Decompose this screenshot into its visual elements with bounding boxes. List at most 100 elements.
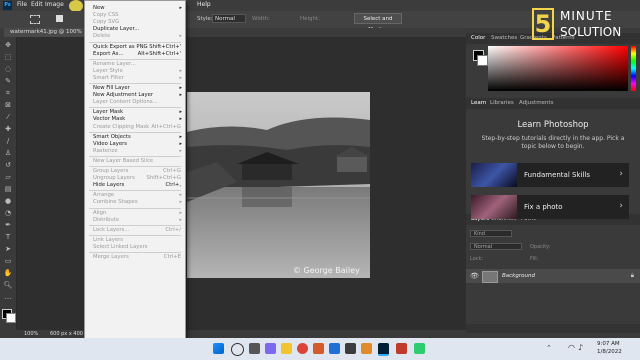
pen-tool-icon[interactable]: ✒	[3, 221, 13, 230]
clock-date[interactable]: 1/8/2022	[597, 349, 622, 355]
search-icon[interactable]	[231, 343, 244, 356]
healing-brush-icon[interactable]: ✚	[3, 125, 13, 134]
new-selection-icon[interactable]	[56, 15, 63, 22]
menu-edit[interactable]: Edit	[31, 1, 43, 8]
tab-libraries[interactable]: Libraries	[490, 100, 514, 106]
menu-item[interactable]: New Adjustment Layer	[93, 92, 153, 98]
task-view-icon[interactable]	[249, 343, 260, 354]
menu-shortcut: Ctrl+G	[163, 168, 181, 174]
document-tab-bar: watermark41.jpg @ 100%	[0, 28, 470, 37]
menu-item: Align	[93, 209, 107, 216]
style-select[interactable]: Normal	[212, 14, 246, 23]
hue-slider[interactable]	[631, 46, 636, 91]
menu-item[interactable]: Video Layers	[93, 141, 127, 147]
tab-swatches[interactable]: Swatches	[491, 35, 517, 41]
layer-thumbnail	[482, 271, 498, 283]
history-brush-icon[interactable]: ↺	[3, 161, 13, 170]
app-icon-amber[interactable]	[361, 343, 372, 354]
submenu-arrow-icon: ▸	[179, 199, 182, 206]
menu-separator	[89, 58, 181, 60]
background-color-chip[interactable]	[477, 55, 488, 66]
ps-logo-icon[interactable]: Ps	[3, 1, 12, 10]
menu-separator	[89, 155, 181, 157]
menu-item[interactable]: Duplicate Layer...	[93, 26, 139, 32]
app-icon-green[interactable]	[414, 343, 425, 354]
menu-item: Copy CSS	[93, 12, 119, 19]
photoshop-taskbar-icon[interactable]	[378, 343, 389, 356]
color-field[interactable]	[488, 46, 628, 91]
gradient-tool-icon[interactable]: ▤	[3, 185, 13, 194]
tab-color[interactable]: Color	[471, 35, 485, 41]
learn-card-fix-a-photo[interactable]: Fix a photo ›	[471, 195, 629, 219]
submenu-arrow-icon: ▸	[179, 133, 182, 140]
menu-image[interactable]: Image	[45, 1, 64, 8]
tab-learn[interactable]: Learn	[471, 100, 486, 106]
brush-tool-icon[interactable]: /	[3, 137, 13, 146]
chrome-icon[interactable]	[297, 343, 308, 354]
app-icon-dark[interactable]	[345, 343, 356, 354]
background-color-swatch[interactable]	[6, 313, 16, 323]
shape-tool-icon[interactable]: ▭	[3, 257, 13, 266]
menu-help[interactable]: Help	[197, 1, 211, 8]
mail-icon[interactable]	[329, 343, 340, 354]
menu-file[interactable]: File	[17, 1, 27, 8]
menu-item[interactable]: Layer Mask	[93, 109, 123, 115]
channel-logo: 5 MINUTE SOLUTION	[532, 8, 632, 42]
clone-stamp-icon[interactable]: ♙	[3, 149, 13, 158]
menu-item: Layer Content Options...	[93, 99, 158, 106]
app-icon-orange[interactable]	[313, 343, 324, 354]
document-image[interactable]: © George Bailey	[187, 92, 370, 278]
layer-kind-filter[interactable]: Kind	[470, 230, 512, 237]
learn-card-fundamental-skills[interactable]: Fundamental Skills ›	[471, 163, 629, 187]
document-tab[interactable]: watermark41.jpg @ 100%	[4, 28, 88, 37]
clock-time[interactable]: 9:07 AM	[597, 341, 620, 347]
taskbar: ⌃ ◠ ♪ 9:07 AM 1/8/2022	[0, 338, 640, 360]
menu-separator	[89, 224, 181, 226]
volume-icon[interactable]: ♪	[578, 343, 583, 352]
eraser-icon[interactable]: ▱	[3, 173, 13, 182]
app-icon-red[interactable]	[396, 343, 407, 354]
more-tools-icon[interactable]: …	[3, 293, 13, 302]
lock-label: Lock:	[470, 256, 484, 262]
marquee-tool-icon[interactable]	[30, 15, 40, 24]
frame-tool-icon[interactable]: ⊠	[3, 101, 13, 110]
hand-tool-icon[interactable]: ✋	[3, 269, 13, 278]
move-tool-icon[interactable]: ✥	[3, 41, 13, 50]
submenu-arrow-icon: ▸	[179, 67, 182, 74]
menu-separator	[89, 166, 181, 167]
menu-item[interactable]: Smart Objects	[93, 134, 131, 140]
layer-lock-icon: 🔒︎	[630, 272, 634, 279]
blur-tool-icon[interactable]: ●	[3, 197, 13, 206]
type-tool-icon[interactable]: T	[3, 233, 13, 242]
layer-row-background[interactable]: 👁︎ Background 🔒︎	[466, 269, 640, 283]
marquee-tool-icon[interactable]: ⬚	[3, 53, 13, 62]
wifi-icon[interactable]: ◠	[568, 343, 575, 352]
path-select-icon[interactable]: ➤	[3, 245, 13, 254]
menu-shortcut: Ctrl+,	[165, 182, 181, 189]
select-and-mask-button[interactable]: Select and Mask...	[354, 13, 402, 33]
menu-item[interactable]: Vector Mask	[93, 116, 125, 122]
crop-tool-icon[interactable]: ⌗	[3, 89, 13, 98]
zoom-tool-icon[interactable]: 🔍︎	[3, 281, 13, 290]
menu-item[interactable]: Quick Export as PNG	[93, 44, 148, 50]
windows-start-icon[interactable]	[213, 343, 224, 354]
eyedropper-icon[interactable]: ⁄	[3, 113, 13, 122]
menu-item[interactable]: New	[93, 5, 105, 11]
menu-item[interactable]: Hide Layers	[93, 182, 124, 188]
dodge-tool-icon[interactable]: ◔	[3, 209, 13, 218]
teams-icon[interactable]	[265, 343, 276, 354]
visibility-eye-icon[interactable]: 👁︎	[470, 272, 479, 280]
menu-item[interactable]: New Fill Layer	[93, 85, 130, 91]
menu-item: Smart Filter	[93, 74, 124, 81]
lasso-tool-icon[interactable]: ◌	[3, 65, 13, 74]
tab-adjustments[interactable]: Adjustments	[519, 100, 553, 106]
file-explorer-icon[interactable]	[281, 343, 292, 354]
tray-chevron-icon[interactable]: ⌃	[546, 344, 552, 352]
tools-panel: ✥ ⬚ ◌ ✎ ⌗ ⊠ ⁄ ✚ / ♙ ↺ ▱ ▤ ● ◔ ✒ T ➤ ▭ ✋ …	[0, 37, 17, 330]
quick-select-icon[interactable]: ✎	[3, 77, 13, 86]
fill-label: Fill:	[530, 256, 539, 262]
menu-separator	[89, 207, 181, 209]
blend-mode-select[interactable]: Normal	[470, 243, 522, 250]
zoom-level[interactable]: 100%	[24, 330, 38, 338]
menu-item[interactable]: Export As...	[93, 51, 123, 57]
